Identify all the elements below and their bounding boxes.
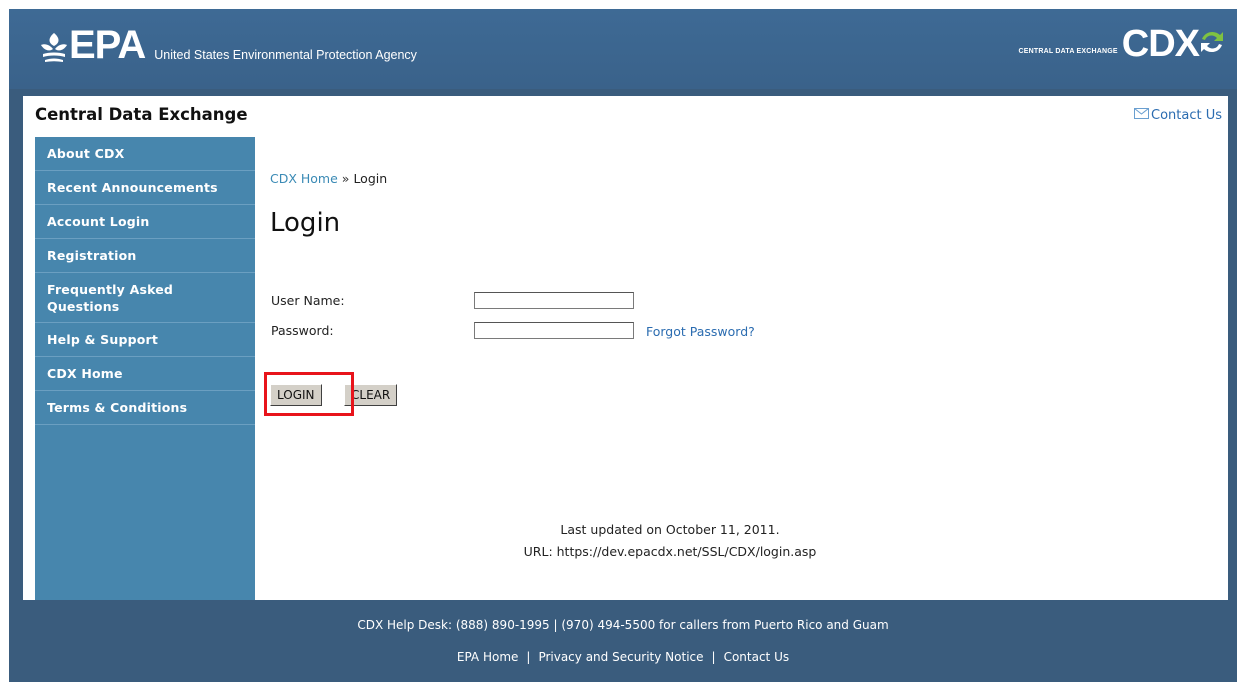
cdx-logo[interactable]: CENTRAL DATA EXCHANGE CDX [1019, 25, 1225, 63]
contact-us-link[interactable]: Contact Us [1134, 108, 1222, 123]
exchange-arrows-icon [1199, 27, 1225, 61]
sidebar-item-terms-conditions[interactable]: Terms & Conditions [35, 391, 255, 425]
sidebar-item-about-cdx[interactable]: About CDX [35, 137, 255, 171]
breadcrumb-separator: » [341, 171, 350, 186]
sidebar-item-registration[interactable]: Registration [35, 239, 255, 273]
epa-logo-text: EPA [69, 23, 146, 67]
password-input[interactable] [474, 322, 634, 339]
breadcrumb-current: Login [353, 171, 388, 186]
header-banner: EPA United States Environmental Protecti… [9, 9, 1237, 89]
login-highlight-box [264, 372, 354, 416]
breadcrumb-cdx-home[interactable]: CDX Home [270, 171, 338, 186]
sidebar-nav: About CDX Recent Announcements Account L… [35, 137, 255, 600]
help-desk-text: CDX Help Desk: (888) 890-1995 | (970) 49… [357, 618, 889, 632]
footer-divider: | [711, 650, 716, 664]
contact-us-label: Contact Us [1151, 108, 1222, 123]
site-title: Central Data Exchange [35, 105, 248, 124]
footer-privacy-link[interactable]: Privacy and Security Notice [538, 650, 703, 664]
page-url-text: URL: https://dev.epacdx.net/SSL/CDX/logi… [523, 544, 817, 559]
sidebar-item-faq[interactable]: Frequently Asked Questions [35, 273, 255, 323]
username-label: User Name: [271, 293, 345, 308]
last-updated-text: Last updated on October 11, 2011. [560, 522, 780, 537]
sidebar-item-account-login[interactable]: Account Login [35, 205, 255, 239]
page-frame: EPA United States Environmental Protecti… [9, 9, 1237, 682]
password-label: Password: [271, 323, 334, 338]
username-input[interactable] [474, 292, 634, 309]
sidebar-item-cdx-home[interactable]: CDX Home [35, 357, 255, 391]
sidebar-item-help-support[interactable]: Help & Support [35, 323, 255, 357]
footer-divider: | [526, 650, 531, 664]
envelope-icon [1134, 108, 1149, 123]
epa-logo[interactable]: EPA United States Environmental Protecti… [39, 25, 417, 65]
epa-flower-icon [39, 31, 69, 65]
page-title: Login [270, 208, 341, 238]
cdx-subtitle: CENTRAL DATA EXCHANGE [1018, 47, 1118, 55]
sidebar-item-recent-announcements[interactable]: Recent Announcements [35, 171, 255, 205]
cdx-logo-text: CDX [1121, 23, 1200, 65]
breadcrumb: CDX Home » Login [270, 171, 387, 186]
footer-contact-us-link[interactable]: Contact Us [724, 650, 790, 664]
forgot-password-link[interactable]: Forgot Password? [646, 324, 755, 339]
footer-links: EPA Home | Privacy and Security Notice | Con… [9, 650, 1237, 664]
agency-name: United States Environmental Protection A… [154, 48, 417, 62]
footer-epa-home-link[interactable]: EPA Home [457, 650, 519, 664]
content-panel: Central Data Exchange Contact Us About C… [23, 96, 1228, 600]
